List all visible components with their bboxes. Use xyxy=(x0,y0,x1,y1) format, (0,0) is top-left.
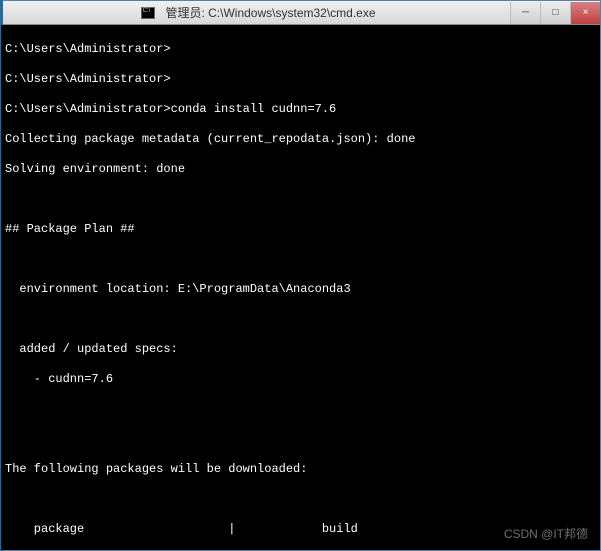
blank-line xyxy=(5,492,596,507)
output-line: Collecting package metadata (current_rep… xyxy=(5,132,596,147)
cmd-window: 管理员: C:\Windows\system32\cmd.exe ─ □ × C… xyxy=(0,0,601,551)
command-line: C:\Users\Administrator>conda install cud… xyxy=(5,102,596,117)
spec-line: - cudnn=7.6 xyxy=(5,372,596,387)
terminal-output[interactable]: C:\Users\Administrator> C:\Users\Adminis… xyxy=(1,25,600,550)
window-controls: ─ □ × xyxy=(510,2,600,24)
maximize-button[interactable]: □ xyxy=(540,2,570,24)
blank-line xyxy=(5,402,596,417)
window-title: 管理员: C:\Windows\system32\cmd.exe xyxy=(165,4,375,21)
blank-line xyxy=(5,432,596,447)
output-line: environment location: E:\ProgramData\Ana… xyxy=(5,282,596,297)
blank-line xyxy=(5,192,596,207)
title-bar[interactable]: 管理员: C:\Windows\system32\cmd.exe ─ □ × xyxy=(1,1,600,25)
prompt-line: C:\Users\Administrator> xyxy=(5,72,596,87)
table-header: package | build xyxy=(5,522,596,537)
minimize-button[interactable]: ─ xyxy=(510,2,540,24)
blank-line xyxy=(5,312,596,327)
section-header: ## Package Plan ## xyxy=(5,222,596,237)
output-line: added / updated specs: xyxy=(5,342,596,357)
close-button[interactable]: × xyxy=(570,2,600,24)
prompt-line: C:\Users\Administrator> xyxy=(5,42,596,57)
blank-line xyxy=(5,252,596,267)
cmd-icon xyxy=(141,7,155,19)
title-area: 管理员: C:\Windows\system32\cmd.exe xyxy=(7,4,510,21)
output-line: Solving environment: done xyxy=(5,162,596,177)
section-header: The following packages will be downloade… xyxy=(5,462,596,477)
